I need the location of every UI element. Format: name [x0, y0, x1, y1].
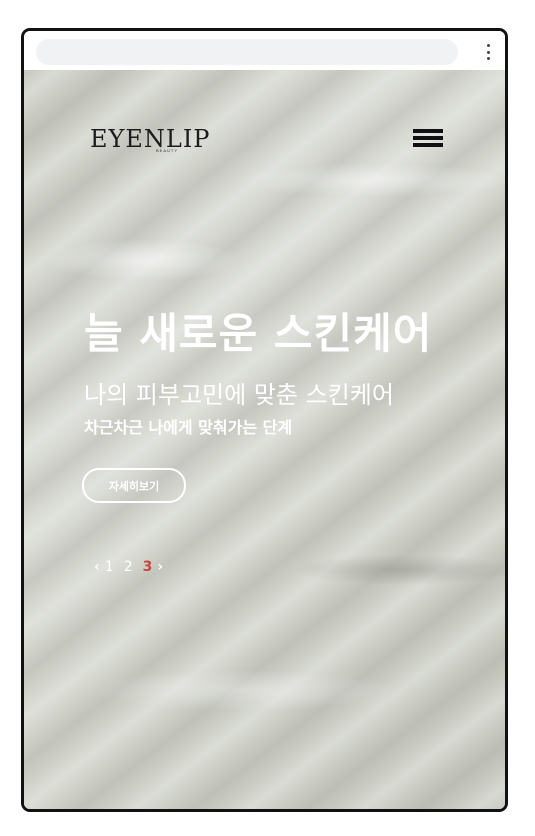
pager-page-3-current[interactable]: 3 — [143, 559, 153, 575]
hero-subheadline: 나의 피부고민에 맞춘 스킨케어 — [84, 381, 394, 409]
learn-more-button[interactable]: 자세히보기 — [82, 468, 186, 503]
phone-frame: EYENLIP BEAUTY 늘 새로운 스킨케어 나의 피부고민에 맞춘 스킨… — [21, 28, 508, 812]
hero-tagline: 차근차근 나에게 맞춰가는 단계 — [84, 418, 293, 437]
next-slide-arrow-icon[interactable]: › — [157, 559, 163, 575]
hero-headline: 늘 새로운 스킨케어 — [84, 309, 433, 358]
hamburger-icon[interactable] — [413, 129, 443, 147]
pager-page-2[interactable]: 2 — [124, 559, 133, 575]
prev-slide-arrow-icon[interactable]: ‹ — [94, 559, 100, 575]
logo-subtext: BEAUTY — [156, 148, 179, 153]
kebab-menu-icon[interactable] — [485, 44, 491, 60]
logo[interactable]: EYENLIP BEAUTY — [90, 124, 230, 154]
address-bar[interactable] — [36, 39, 458, 65]
browser-toolbar — [24, 31, 505, 70]
hero-banner: EYENLIP BEAUTY 늘 새로운 스킨케어 나의 피부고민에 맞춘 스킨… — [24, 70, 505, 809]
slide-pager: ‹ 1 2 3 › — [94, 559, 168, 575]
pager-page-1[interactable]: 1 — [105, 559, 114, 575]
